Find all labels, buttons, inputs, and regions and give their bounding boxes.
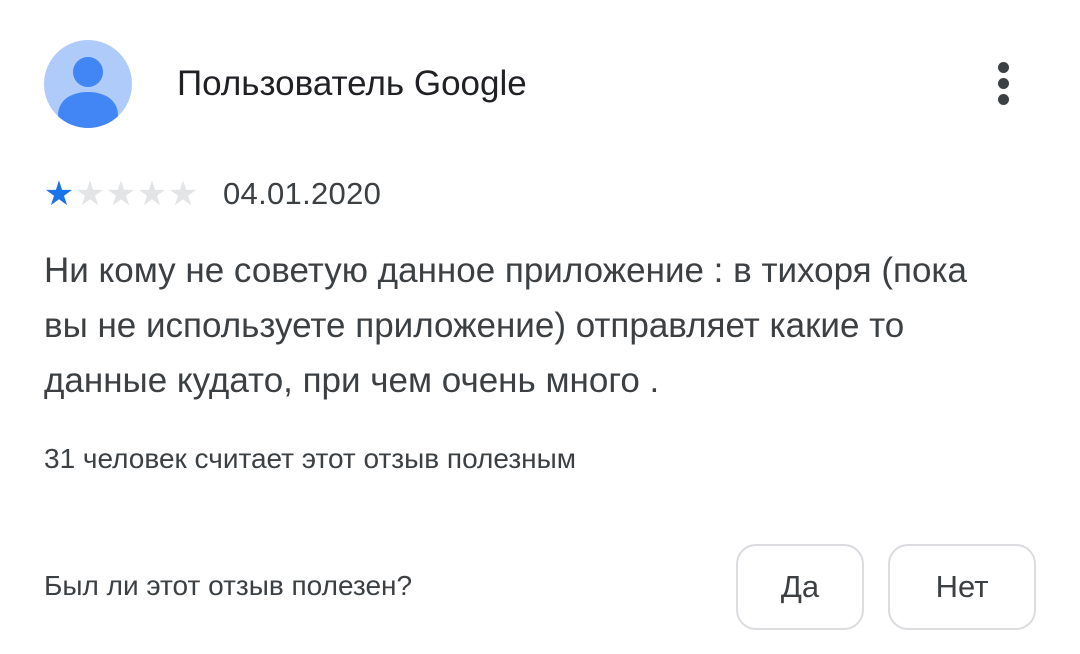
review-card: Пользователь Google ★ ★ ★ ★ ★ 04.01.2020… (0, 0, 1080, 654)
rating-row: ★ ★ ★ ★ ★ 04.01.2020 (42, 176, 381, 212)
star-empty-icon: ★ (105, 175, 137, 213)
helpful-question: Был ли этот отзыв полезен? (44, 570, 413, 601)
avatar (44, 40, 132, 128)
star-rating: ★ ★ ★ ★ ★ (42, 175, 199, 213)
star-empty-icon: ★ (167, 175, 199, 213)
star-filled-icon: ★ (43, 175, 75, 213)
more-vert-icon[interactable] (978, 56, 1030, 112)
person-icon (58, 57, 118, 128)
helpful-count: 31 человек считает этот отзыв полезным (44, 443, 577, 474)
helpful-yes-button[interactable]: Да (736, 544, 864, 630)
review-date: 04.01.2020 (223, 176, 382, 211)
review-text: Ни кому не советую данное приложение : в… (44, 251, 967, 400)
star-empty-icon: ★ (136, 175, 168, 213)
author-name: Пользователь Google (177, 64, 527, 103)
star-empty-icon: ★ (74, 175, 106, 213)
helpful-no-button[interactable]: Нет (888, 544, 1036, 630)
